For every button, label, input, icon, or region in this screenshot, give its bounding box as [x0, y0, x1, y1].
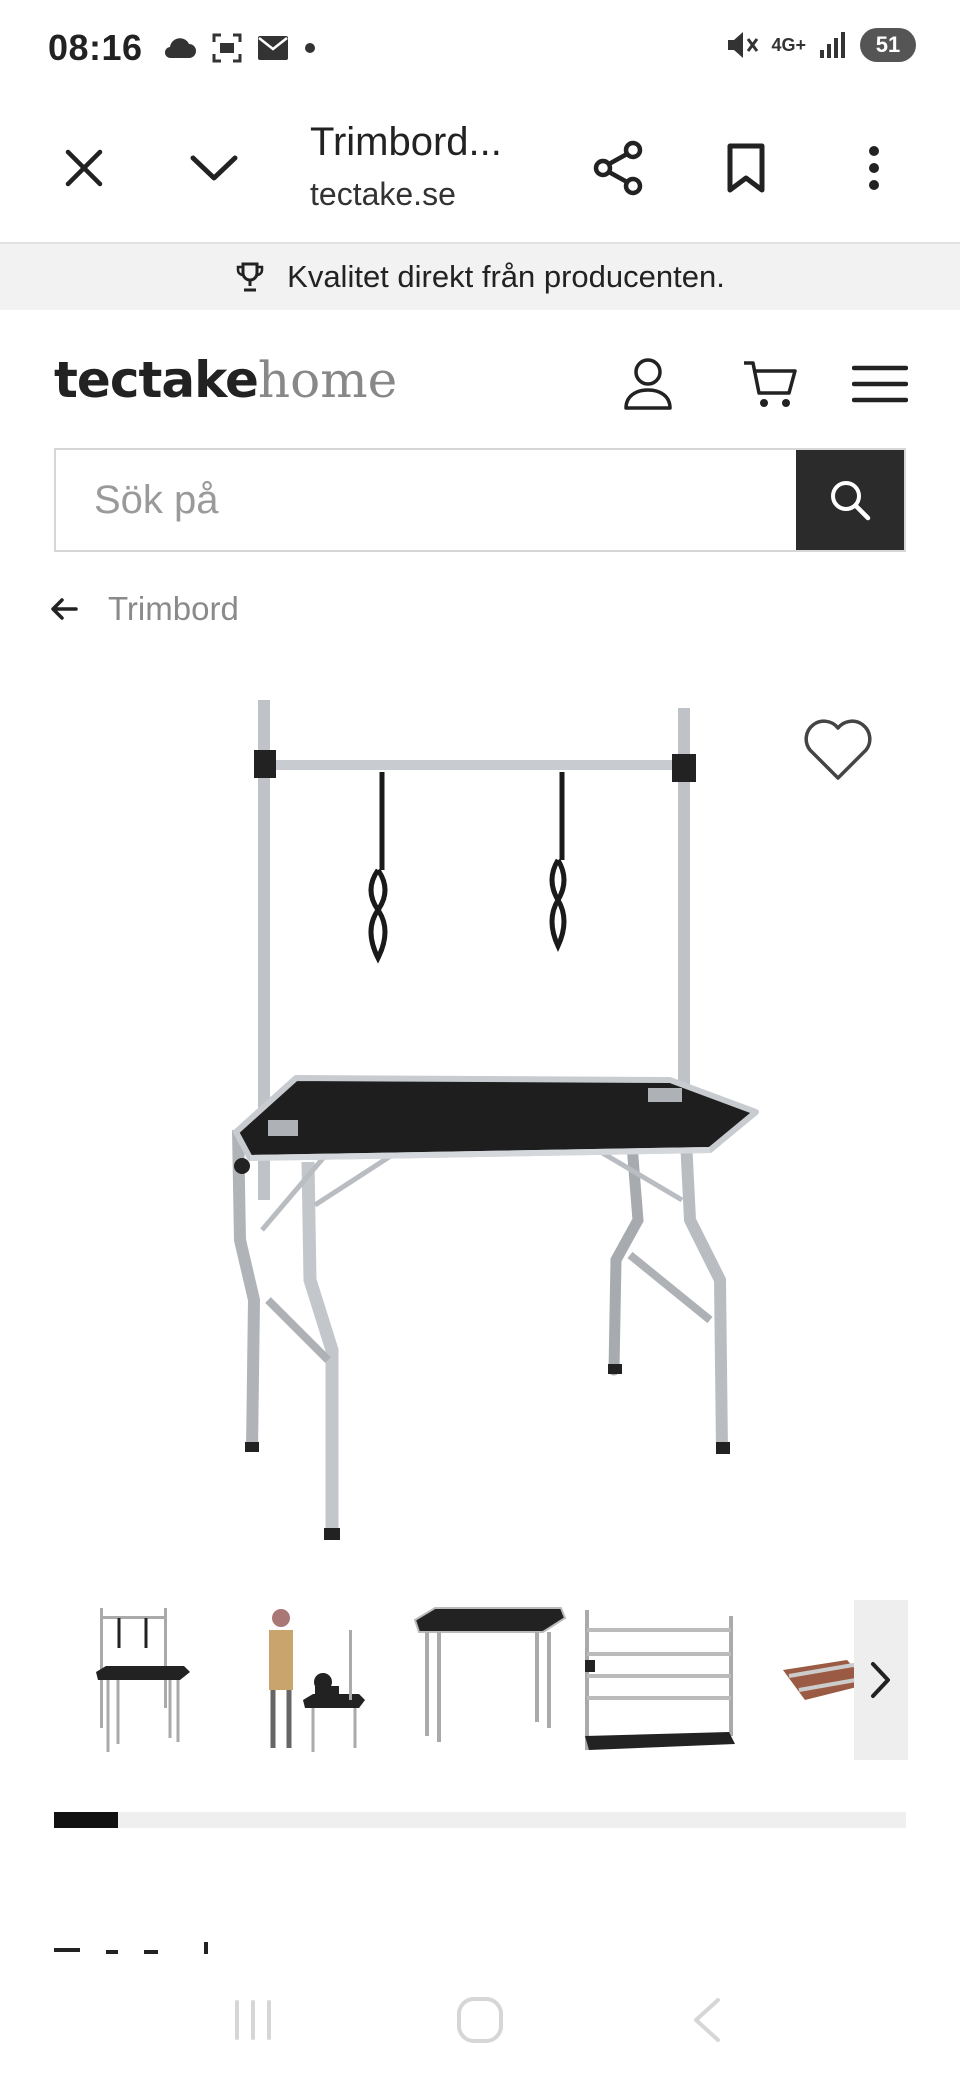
dot-icon: [304, 43, 315, 53]
system-nav-bar: [0, 1960, 960, 2080]
thumbnail-strip: [54, 1598, 906, 1762]
search-input[interactable]: [56, 450, 796, 550]
thumbnail-4[interactable]: [579, 1598, 739, 1762]
page-title-area[interactable]: Trimbord... tectake.se: [310, 116, 502, 216]
logo-light-text: home: [257, 351, 398, 409]
recent-apps-button[interactable]: [208, 1985, 298, 2055]
thumbnail-2[interactable]: [229, 1598, 389, 1762]
page-title: Trimbord...: [310, 120, 502, 164]
cart-icon: [744, 361, 797, 407]
more-options-button[interactable]: [838, 132, 910, 204]
menu-icon: [852, 365, 908, 403]
minimize-button[interactable]: [178, 132, 250, 204]
status-time: 08:16: [48, 27, 143, 68]
cutoff-heading-fragment: [54, 1942, 208, 1954]
cart-button[interactable]: [732, 346, 808, 422]
breadcrumb-label: Trimbord: [108, 590, 239, 627]
mail-icon: [257, 36, 288, 60]
logo-bold-text: tectake: [54, 351, 259, 409]
status-left-icons: [163, 32, 317, 64]
network-type: 4G+: [771, 35, 806, 55]
bookmark-button[interactable]: [710, 132, 782, 204]
search-icon: [831, 481, 871, 521]
thumbnail-3-image: [413, 1607, 567, 1742]
back-button[interactable]: [662, 1985, 752, 2055]
thumbnail-1-image: [96, 1608, 190, 1752]
wishlist-heart-icon[interactable]: [800, 716, 876, 786]
search-bar: [54, 448, 906, 552]
cloud-icon: [164, 38, 196, 59]
close-tab-button[interactable]: [48, 132, 120, 204]
breadcrumb[interactable]: Trimbord: [50, 584, 239, 634]
thumbnail-2-image: [269, 1609, 365, 1752]
browser-toolbar: Trimbord... tectake.se: [0, 96, 960, 242]
mute-icon: [728, 32, 759, 58]
product-image[interactable]: [200, 680, 780, 1560]
promo-text: Kvalitet direkt från producenten.: [287, 259, 725, 294]
menu-button[interactable]: [842, 346, 918, 422]
account-button[interactable]: [610, 346, 686, 422]
thumbnail-3[interactable]: [409, 1598, 569, 1762]
more-vert-icon: [869, 146, 879, 190]
gallery-progress-fill: [54, 1812, 118, 1828]
share-icon: [593, 140, 643, 196]
status-right-icons: 4G+ 51: [725, 28, 916, 62]
home-button[interactable]: [435, 1985, 525, 2055]
status-bar: 08:16 4G+ 51: [0, 0, 960, 96]
home-icon: [456, 1997, 503, 2043]
back-arrow-icon: [51, 598, 78, 620]
site-logo[interactable]: tectakehome: [54, 350, 397, 410]
thumbnail-1[interactable]: [54, 1598, 214, 1762]
trophy-icon: [236, 262, 264, 292]
back-icon: [693, 1998, 720, 2042]
close-icon: [65, 149, 103, 187]
recent-apps-icon: [235, 2000, 272, 2040]
page-url: tectake.se: [310, 176, 456, 212]
gallery-progress-track: [54, 1812, 906, 1828]
screenshot-icon: [212, 33, 242, 63]
thumbnail-4-image: [585, 1610, 735, 1750]
thumbnail-next-button[interactable]: [854, 1600, 908, 1760]
battery-icon: 51: [860, 28, 916, 62]
promo-banner: Kvalitet direkt från producenten.: [0, 242, 960, 310]
search-button[interactable]: [796, 450, 904, 550]
chevron-down-icon: [190, 155, 238, 181]
chevron-right-icon: [871, 1662, 890, 1698]
account-icon: [624, 358, 672, 410]
site-header: tectakehome: [0, 330, 960, 430]
signal-icon: [820, 32, 845, 58]
share-button[interactable]: [582, 132, 654, 204]
bookmark-icon: [727, 143, 765, 193]
